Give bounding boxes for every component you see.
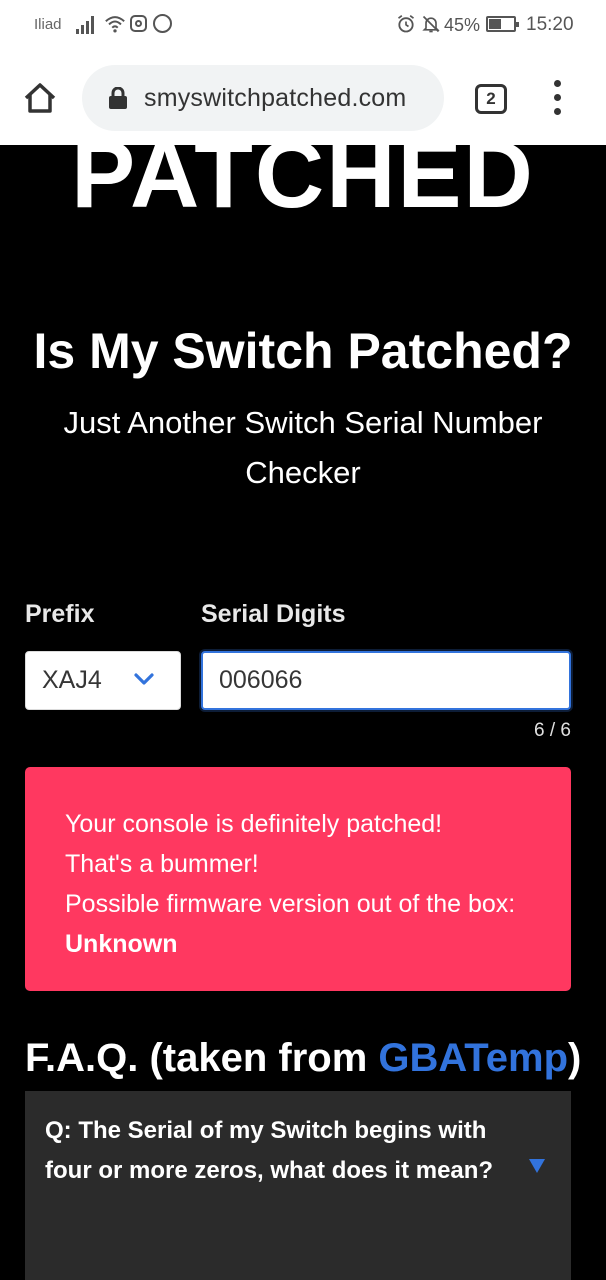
- prefix-label: Prefix: [25, 600, 95, 628]
- prefix-selected-value: XAJ4: [42, 666, 102, 694]
- browser-toolbar: smyswitchpatched.com 2: [0, 52, 606, 145]
- serial-label: Serial Digits: [201, 600, 346, 628]
- firmware-value: Unknown: [65, 930, 178, 958]
- page-subtitle: Just Another Switch Serial Number Checke…: [63, 405, 543, 490]
- character-counter: 6 / 6: [534, 720, 571, 741]
- logo-text: PATCHED: [71, 145, 535, 216]
- address-bar[interactable]: smyswitchpatched.com: [82, 65, 444, 131]
- overflow-menu-icon[interactable]: [548, 80, 568, 116]
- signal-icon: [76, 14, 98, 34]
- firmware-label: Possible firmware version out of the box…: [65, 890, 516, 918]
- status-bar: Iliad 45% 15:20: [0, 0, 606, 52]
- faq-heading-suffix: ): [568, 1036, 582, 1080]
- home-icon[interactable]: [20, 78, 60, 118]
- lock-icon: [109, 87, 127, 109]
- firmware-line: Possible firmware version out of the box…: [65, 884, 531, 964]
- whatsapp-icon: [153, 14, 172, 33]
- serial-digits-input[interactable]: [201, 651, 571, 710]
- tab-switcher-button[interactable]: 2: [475, 84, 507, 114]
- battery-percent: 45%: [444, 15, 481, 35]
- gbatemp-link[interactable]: GBATemp: [378, 1036, 568, 1080]
- result-notification: Your console is definitely patched! That…: [25, 767, 571, 991]
- battery-icon: [486, 16, 519, 32]
- result-message: Your console is definitely patched!: [65, 810, 443, 838]
- notifications-off-icon: [422, 15, 440, 33]
- instagram-icon: [130, 15, 147, 32]
- carrier-name: Iliad: [34, 16, 62, 33]
- page-title: Is My Switch Patched?: [33, 323, 573, 379]
- faq-question: Q: The Serial of my Switch begins with f…: [45, 1117, 494, 1184]
- alarm-icon: [398, 15, 414, 33]
- faq-item[interactable]: Q: The Serial of my Switch begins with f…: [25, 1091, 571, 1280]
- chevron-down-icon: [134, 673, 154, 685]
- site-logo: PATCHED: [0, 145, 606, 220]
- wifi-icon: [105, 16, 125, 33]
- url-text: smyswitchpatched.com: [144, 84, 407, 112]
- faq-heading-text: F.A.Q. (taken from: [25, 1036, 368, 1080]
- faq-heading: F.A.Q. (taken from GBATemp): [25, 1036, 581, 1081]
- triangle-down-icon[interactable]: [528, 1158, 546, 1174]
- clock: 15:20: [526, 14, 574, 35]
- prefix-select[interactable]: XAJ4: [25, 651, 181, 710]
- result-note: That's a bummer!: [65, 850, 259, 878]
